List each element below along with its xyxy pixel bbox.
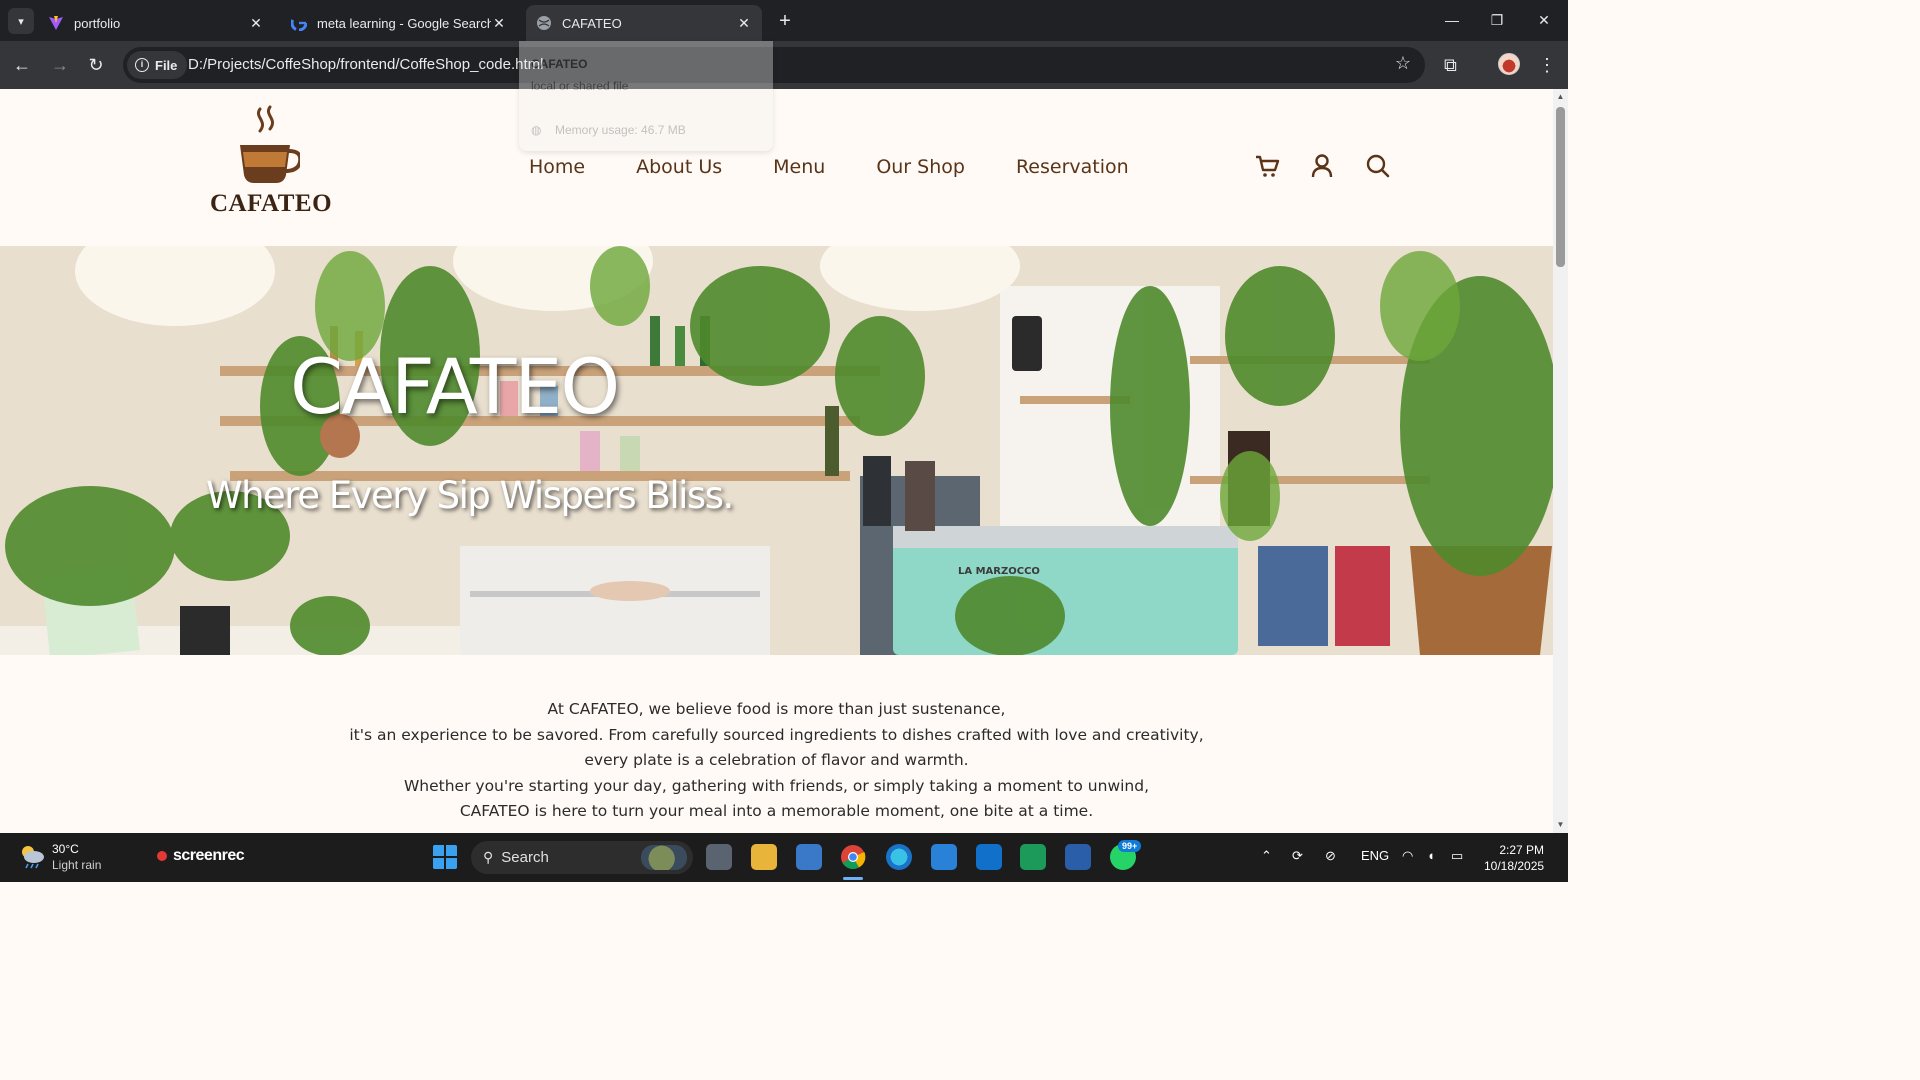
- vite-logo-icon: [48, 15, 64, 31]
- windows-taskbar: 30°C Light rain screenrec ⚲ Search 99+ ⌃…: [0, 833, 1568, 882]
- nav-menu[interactable]: Menu: [773, 156, 825, 178]
- clion-icon[interactable]: [1020, 844, 1046, 870]
- nav-reservation[interactable]: Reservation: [1016, 156, 1129, 178]
- about-line: it's an experience to be savored. From c…: [349, 725, 1204, 744]
- extensions-icon[interactable]: ⧉: [1444, 53, 1457, 77]
- scroll-thumb[interactable]: [1556, 107, 1565, 267]
- minimize-button[interactable]: —: [1437, 8, 1467, 32]
- tab-title: meta learning - Google Search: [317, 15, 491, 31]
- page-scrollbar[interactable]: ▲ ▼: [1553, 89, 1568, 833]
- hero-title: CAFATEO: [290, 342, 620, 431]
- weather-desc[interactable]: Light rain: [52, 858, 101, 872]
- back-button[interactable]: ←: [10, 53, 34, 77]
- tab-hover-card: CAFATEO local or shared file ◍ Memory us…: [519, 41, 773, 151]
- language-indicator[interactable]: ENG: [1361, 848, 1389, 863]
- close-tab-icon[interactable]: ✕: [248, 15, 264, 31]
- cafe-interior-image: LA MARZOCCO: [0, 246, 1553, 655]
- taskbar-search-label: Search: [501, 849, 549, 866]
- file-label: File: [155, 57, 178, 73]
- rain-cloud-icon[interactable]: [18, 842, 46, 870]
- battery-icon[interactable]: ▭: [1451, 848, 1463, 864]
- whatsapp-badge: 99+: [1118, 840, 1142, 852]
- address-bar[interactable]: i File D:/Projects/CoffeShop/frontend/Co…: [123, 47, 1425, 83]
- tab-search-button[interactable]: ▾: [8, 8, 34, 34]
- screenrec-widget[interactable]: screenrec: [157, 847, 245, 865]
- search-icon[interactable]: [1365, 153, 1391, 179]
- hover-card-title: CAFATEO: [531, 57, 588, 71]
- vscode-icon[interactable]: [931, 844, 957, 870]
- globe-icon: [536, 15, 552, 31]
- volume-icon[interactable]: ◖: [1427, 848, 1435, 863]
- tab-title: portfolio: [74, 15, 121, 31]
- about-line: At CAFATEO, we believe food is more than…: [547, 700, 1006, 718]
- screenrec-label: screenrec: [173, 847, 245, 864]
- hero-subtitle: Where Every Sip Wispers Bliss.: [206, 474, 734, 517]
- coffee-cup-logo-icon: [240, 105, 303, 183]
- nav-home[interactable]: Home: [529, 156, 585, 178]
- nav-our-shop[interactable]: Our Shop: [876, 156, 965, 178]
- taskbar-search[interactable]: ⚲ Search: [471, 841, 693, 874]
- google-logo-icon: [291, 15, 307, 31]
- chrome-icon[interactable]: [840, 844, 866, 870]
- tray-overflow-chevron-icon[interactable]: ⌃: [1261, 848, 1272, 864]
- system-clock[interactable]: 2:27 PM 10/18/2025: [1484, 842, 1544, 874]
- word-icon[interactable]: [1065, 844, 1091, 870]
- scroll-down-arrow-icon[interactable]: ▼: [1555, 820, 1566, 830]
- tab-google-search[interactable]: meta learning - Google Search ✕: [281, 5, 517, 41]
- nav-about-us[interactable]: About Us: [636, 156, 722, 178]
- wifi-icon[interactable]: ◠: [1402, 848, 1413, 864]
- clock-time: 2:27 PM: [1499, 843, 1545, 857]
- new-tab-button[interactable]: +: [773, 10, 797, 34]
- menu-kebab-icon[interactable]: ⋮: [1538, 53, 1556, 77]
- record-dot-icon: [157, 851, 167, 861]
- restore-button[interactable]: ❐: [1482, 8, 1512, 32]
- sync-icon[interactable]: ⟳: [1292, 848, 1303, 864]
- location-off-icon[interactable]: ⊘: [1325, 848, 1336, 864]
- about-section: At CAFATEO, we believe food is more than…: [0, 697, 1553, 825]
- clock-date: 10/18/2025: [1484, 859, 1545, 873]
- microsoft-store-icon[interactable]: [796, 844, 822, 870]
- tab-cafateo[interactable]: CAFATEO ✕: [526, 5, 762, 41]
- search-highlight-image: [641, 845, 687, 870]
- tab-portfolio[interactable]: portfolio ✕: [38, 5, 274, 41]
- scroll-up-arrow-icon[interactable]: ▲: [1555, 92, 1566, 102]
- about-line: Whether you're starting your day, gather…: [403, 776, 1150, 795]
- bookmark-star-icon[interactable]: ☆: [1395, 53, 1411, 74]
- about-line: every plate is a celebration of flavor a…: [584, 751, 969, 769]
- search-glass-icon: ⚲: [483, 849, 494, 865]
- reload-button[interactable]: ↻: [84, 53, 108, 77]
- tab-title: CAFATEO: [562, 15, 622, 31]
- close-tab-icon[interactable]: ✕: [491, 15, 507, 31]
- hover-card-memory: Memory usage: 46.7 MB: [555, 123, 686, 137]
- forward-button[interactable]: →: [48, 53, 72, 77]
- outlook-icon[interactable]: [976, 844, 1002, 870]
- cart-icon[interactable]: [1254, 153, 1280, 179]
- browser-toolbar: ← → ↻ i File D:/Projects/CoffeShop/front…: [0, 41, 1568, 89]
- profile-avatar[interactable]: [1498, 53, 1520, 75]
- close-tab-icon[interactable]: ✕: [736, 15, 752, 31]
- close-window-button[interactable]: ✕: [1529, 8, 1559, 32]
- info-icon: i: [135, 58, 149, 72]
- weather-temp[interactable]: 30°C: [52, 842, 79, 856]
- hover-card-subtitle: local or shared file: [531, 79, 629, 93]
- url-text[interactable]: D:/Projects/CoffeShop/frontend/CoffeShop…: [188, 56, 544, 73]
- task-view-icon[interactable]: [706, 844, 732, 870]
- memory-icon: ◍: [531, 123, 542, 137]
- windows-start-icon[interactable]: [432, 844, 458, 870]
- svg-text:LA MARZOCCO: LA MARZOCCO: [958, 566, 1040, 577]
- about-line: CAFATEO is here to turn your meal into a…: [459, 802, 1094, 820]
- edge-icon[interactable]: [886, 844, 912, 870]
- main-nav: Home About Us Menu Our Shop Reservation: [529, 156, 1180, 178]
- site-info-chip[interactable]: i File: [127, 51, 188, 79]
- hero-banner: LA MARZOCCO CAFATEO Where Every Sip Wisp…: [0, 246, 1553, 655]
- web-page: CAFATEO Home About Us Menu Our Shop Rese…: [0, 89, 1553, 833]
- site-logo[interactable]: CAFATEO: [210, 105, 333, 218]
- logo-wordmark: CAFATEO: [210, 190, 333, 217]
- active-app-indicator: [843, 877, 863, 880]
- browser-tab-bar: ▾ portfolio ✕ meta learning - Google Sea…: [0, 0, 1568, 41]
- user-icon[interactable]: [1310, 153, 1334, 179]
- file-explorer-icon[interactable]: [751, 844, 777, 870]
